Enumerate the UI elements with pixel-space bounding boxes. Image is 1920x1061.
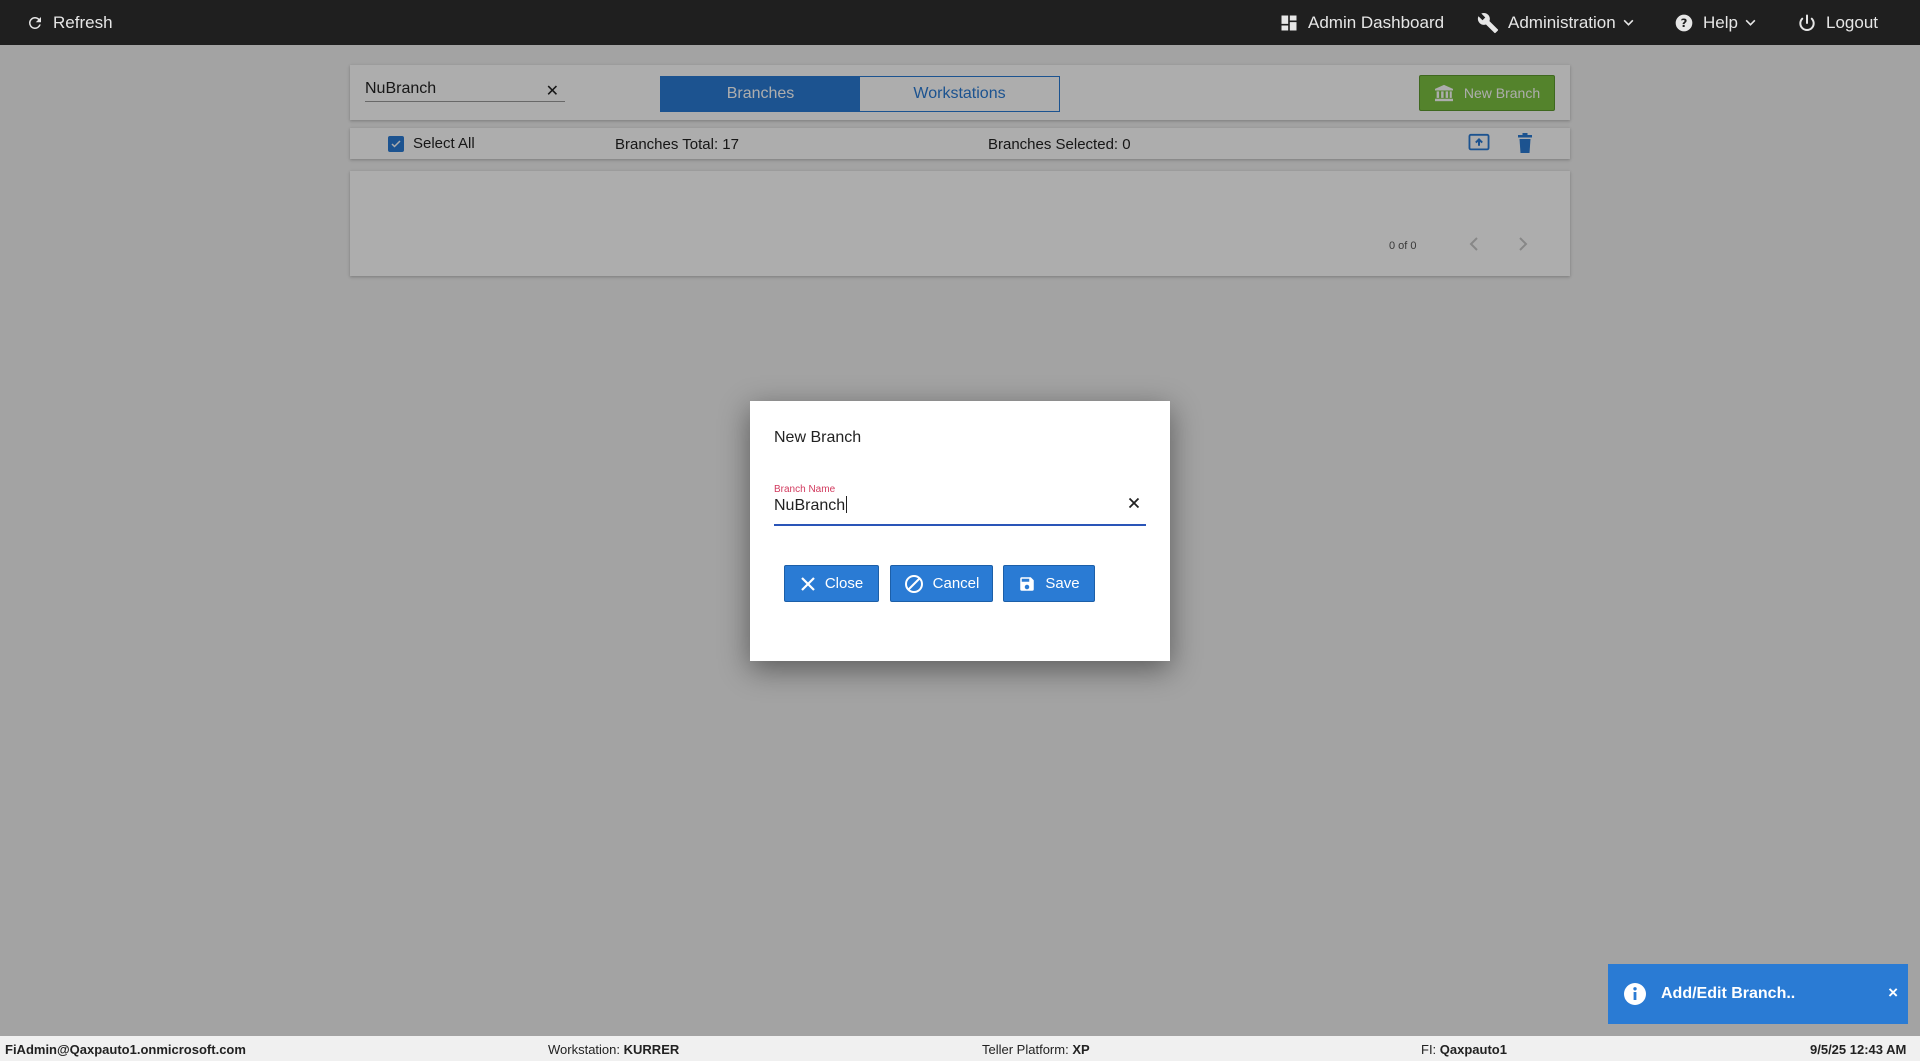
- save-button[interactable]: Save: [1003, 565, 1095, 602]
- footer-datetime: 9/5/25 12:43 AM: [1810, 1042, 1907, 1057]
- refresh-icon: [26, 14, 44, 32]
- workstation-value: KURRER: [623, 1042, 680, 1057]
- branch-name-label: Branch Name: [774, 484, 836, 495]
- fi-label: FI:: [1421, 1042, 1437, 1057]
- text-caret: [846, 496, 848, 513]
- platform-value: XP: [1072, 1042, 1090, 1057]
- cancel-icon: [904, 574, 924, 594]
- close-button[interactable]: Close: [784, 565, 879, 602]
- footer-teller-platform: Teller Platform: XP: [982, 1042, 1090, 1057]
- save-label: Save: [1045, 575, 1080, 592]
- cancel-button[interactable]: Cancel: [890, 565, 993, 602]
- close-label: Close: [824, 575, 864, 592]
- svg-text:?: ?: [1681, 16, 1688, 30]
- toast-notification: Add/Edit Branch.. ×: [1608, 964, 1908, 1024]
- footer-user: FiAdmin@Qaxpauto1.onmicrosoft.com: [5, 1042, 246, 1057]
- clear-input-icon[interactable]: [1128, 497, 1140, 509]
- chevron-down-icon: [1744, 16, 1757, 29]
- toast-message: Add/Edit Branch..: [1661, 985, 1796, 1002]
- dashboard-icon: [1279, 13, 1299, 33]
- help-icon: ?: [1674, 13, 1694, 33]
- administration-menu[interactable]: Administration: [1477, 0, 1635, 45]
- help-label: Help: [1703, 12, 1738, 32]
- footer-workstation: Workstation: KURRER: [548, 1042, 679, 1057]
- info-icon: [1623, 982, 1647, 1006]
- workstation-label: Workstation:: [548, 1042, 621, 1057]
- footer-fi: FI: Qaxpauto1: [1421, 1042, 1507, 1057]
- branch-name-value: NuBranch: [774, 496, 848, 515]
- logout-button[interactable]: Logout: [1797, 0, 1878, 45]
- admin-dashboard-link[interactable]: Admin Dashboard: [1279, 0, 1444, 45]
- new-branch-dialog: New Branch Branch Name NuBranch Close Ca…: [750, 401, 1170, 661]
- wrench-icon: [1477, 12, 1499, 34]
- top-navigation-bar: Refresh Admin Dashboard Administration ?…: [0, 0, 1920, 45]
- close-icon: [800, 576, 816, 592]
- logout-label: Logout: [1826, 12, 1878, 32]
- fi-value: Qaxpauto1: [1439, 1042, 1507, 1057]
- admin-dashboard-label: Admin Dashboard: [1308, 12, 1445, 32]
- administration-label: Administration: [1508, 12, 1616, 32]
- save-icon: [1018, 575, 1036, 593]
- toast-close-icon[interactable]: ×: [1888, 983, 1898, 1003]
- cancel-label: Cancel: [932, 575, 980, 592]
- platform-label: Teller Platform:: [982, 1042, 1069, 1057]
- refresh-label: Refresh: [53, 12, 113, 32]
- status-bar: FiAdmin@Qaxpauto1.onmicrosoft.com Workst…: [0, 1036, 1920, 1061]
- help-menu[interactable]: ? Help: [1674, 0, 1757, 45]
- dialog-title: New Branch: [774, 429, 862, 446]
- refresh-button[interactable]: Refresh: [26, 0, 113, 45]
- branch-name-text: NuBranch: [774, 497, 846, 514]
- chevron-down-icon: [1622, 16, 1635, 29]
- power-icon: [1797, 13, 1817, 33]
- branch-name-input[interactable]: NuBranch: [774, 496, 1146, 526]
